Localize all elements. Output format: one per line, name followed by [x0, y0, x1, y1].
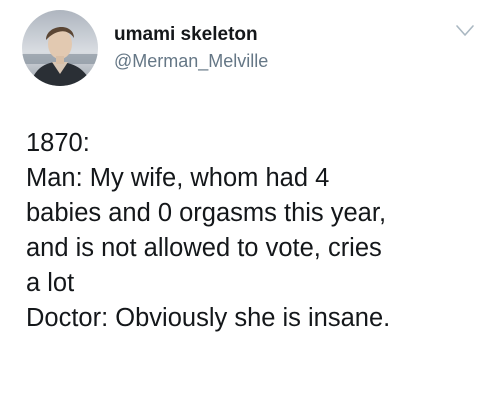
tweet-line: Doctor: Obviously she is insane. [26, 304, 391, 332]
tweet-line: a lot [26, 269, 75, 297]
avatar[interactable] [22, 10, 98, 86]
tweet-line: and is not allowed to vote, cries [26, 234, 382, 262]
display-name[interactable]: umami skeleton [114, 24, 258, 46]
tweet-card: umami skeleton @Merman_Melville 1870: Ma… [0, 0, 500, 406]
chevron-down-icon[interactable] [455, 24, 475, 38]
tweet-text: 1870: Man: My wife, whom had 4 babies an… [26, 126, 488, 336]
username-handle[interactable]: @Merman_Melville [114, 51, 268, 72]
tweet-line: Man: My wife, whom had 4 [26, 164, 330, 192]
tweet-line: babies and 0 orgasms this year, [26, 199, 387, 227]
tweet-line: 1870: [26, 129, 90, 157]
